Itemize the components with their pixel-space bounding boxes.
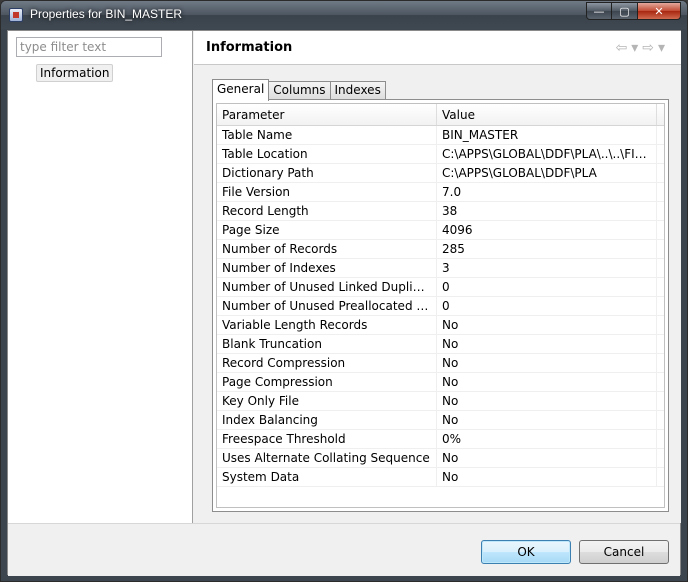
- cell-value: 3: [437, 259, 657, 277]
- history-navigation: ⇦ ▾ ⇨ ▾: [615, 40, 665, 56]
- table-row[interactable]: Page Size 4096: [217, 221, 664, 240]
- table-row[interactable]: Blank Truncation No: [217, 335, 664, 354]
- table-row[interactable]: Record Compression No: [217, 354, 664, 373]
- cell-value: 7.0: [437, 183, 657, 201]
- cell-parameter: Record Length: [217, 202, 437, 220]
- table-header: Parameter Value: [217, 104, 664, 126]
- column-header-value[interactable]: Value: [437, 104, 657, 125]
- cancel-button[interactable]: Cancel: [579, 540, 669, 564]
- window-controls: — ▢ ✕: [586, 2, 681, 20]
- cell-value: No: [437, 354, 657, 372]
- title-bar[interactable]: Properties for BIN_MASTER — ▢ ✕: [1, 1, 687, 29]
- property-page: Information ⇦ ▾ ⇨ ▾ General Columns Inde…: [194, 31, 681, 523]
- tab-bar: General Columns Indexes: [212, 78, 386, 101]
- cell-value: No: [437, 468, 657, 486]
- cell-value: C:\APPS\GLOBAL\DDF\PLA: [437, 164, 657, 182]
- table-row[interactable]: Number of Records 285: [217, 240, 664, 259]
- table-row[interactable]: Record Length 38: [217, 202, 664, 221]
- table-row[interactable]: Key Only File No: [217, 392, 664, 411]
- cell-parameter: Record Compression: [217, 354, 437, 372]
- cell-value: 285: [437, 240, 657, 258]
- minimize-button[interactable]: —: [586, 2, 612, 20]
- app-icon: [9, 8, 23, 22]
- filter-input[interactable]: [16, 37, 162, 57]
- cell-parameter: Number of Indexes: [217, 259, 437, 277]
- cell-parameter: Number of Unused Linked Duplicate ...: [217, 278, 437, 296]
- maximize-button[interactable]: ▢: [612, 2, 638, 20]
- dialog-client-area: Information Information ⇦ ▾ ⇨ ▾ General …: [7, 30, 681, 576]
- tab-indexes[interactable]: Indexes: [329, 81, 386, 100]
- page-header: Information ⇦ ▾ ⇨ ▾: [194, 31, 681, 65]
- table-row[interactable]: Table Name BIN_MASTER: [217, 126, 664, 145]
- cell-parameter: Table Name: [217, 126, 437, 144]
- table-row[interactable]: Variable Length Records No: [217, 316, 664, 335]
- table-row[interactable]: Freespace Threshold 0%: [217, 430, 664, 449]
- cell-parameter: Freespace Threshold: [217, 430, 437, 448]
- cell-value: No: [437, 411, 657, 429]
- cell-value: 0%: [437, 430, 657, 448]
- cell-value: No: [437, 392, 657, 410]
- cell-value: No: [437, 449, 657, 467]
- table-row[interactable]: Number of Indexes 3: [217, 259, 664, 278]
- ok-button[interactable]: OK: [481, 540, 571, 564]
- cell-value: BIN_MASTER: [437, 126, 657, 144]
- table-row[interactable]: Page Compression No: [217, 373, 664, 392]
- cell-value: 4096: [437, 221, 657, 239]
- page-title: Information: [206, 40, 293, 55]
- cell-value: No: [437, 335, 657, 353]
- back-menu-icon[interactable]: ▾: [631, 40, 638, 56]
- general-tab-panel: Parameter Value Table Name BIN_MASTER Tabl…: [212, 99, 669, 512]
- table-row[interactable]: Dictionary Path C:\APPS\GLOBAL\DDF\PLA: [217, 164, 664, 183]
- cell-parameter: Uses Alternate Collating Sequence: [217, 449, 437, 467]
- tab-columns[interactable]: Columns: [268, 81, 331, 100]
- cell-parameter: Number of Unused Preallocated Pages: [217, 297, 437, 315]
- cell-parameter: Blank Truncation: [217, 335, 437, 353]
- cell-parameter: System Data: [217, 468, 437, 486]
- cell-parameter: Number of Records: [217, 240, 437, 258]
- cell-parameter: Page Compression: [217, 373, 437, 391]
- forward-menu-icon[interactable]: ▾: [658, 40, 665, 56]
- table-body: Table Name BIN_MASTER Table Location C:\APP…: [217, 126, 664, 487]
- column-header-parameter[interactable]: Parameter: [217, 104, 437, 125]
- tab-general[interactable]: General: [212, 79, 270, 101]
- close-button[interactable]: ✕: [638, 2, 681, 20]
- cell-parameter: Index Balancing: [217, 411, 437, 429]
- cell-value: No: [437, 316, 657, 334]
- back-arrow-icon[interactable]: ⇦: [615, 40, 627, 56]
- window-title: Properties for BIN_MASTER: [30, 7, 183, 21]
- cell-parameter: File Version: [217, 183, 437, 201]
- tree-item-information[interactable]: Information: [36, 64, 114, 82]
- cell-value: 0: [437, 297, 657, 315]
- navigation-pane: Information: [8, 31, 193, 523]
- properties-table: Parameter Value Table Name BIN_MASTER Tabl…: [216, 103, 665, 508]
- cell-value: C:\APPS\GLOBAL\DDF\PLA\..\..\FILE...: [437, 145, 657, 163]
- table-row[interactable]: Index Balancing No: [217, 411, 664, 430]
- table-row[interactable]: Uses Alternate Collating Sequence No: [217, 449, 664, 468]
- cell-value: 38: [437, 202, 657, 220]
- cell-parameter: Page Size: [217, 221, 437, 239]
- cell-value: No: [437, 373, 657, 391]
- cell-parameter: Dictionary Path: [217, 164, 437, 182]
- properties-window: Properties for BIN_MASTER — ▢ ✕ Informat…: [0, 0, 688, 582]
- table-row[interactable]: Number of Unused Preallocated Pages 0: [217, 297, 664, 316]
- cell-value: 0: [437, 278, 657, 296]
- table-row[interactable]: File Version 7.0: [217, 183, 664, 202]
- cell-parameter: Key Only File: [217, 392, 437, 410]
- cell-parameter: Table Location: [217, 145, 437, 163]
- button-bar: OK Cancel: [8, 523, 680, 576]
- forward-arrow-icon[interactable]: ⇨: [642, 40, 654, 56]
- table-row[interactable]: Number of Unused Linked Duplicate ... 0: [217, 278, 664, 297]
- cell-parameter: Variable Length Records: [217, 316, 437, 334]
- table-row[interactable]: Table Location C:\APPS\GLOBAL\DDF\PLA\..\…: [217, 145, 664, 164]
- table-row[interactable]: System Data No: [217, 468, 664, 487]
